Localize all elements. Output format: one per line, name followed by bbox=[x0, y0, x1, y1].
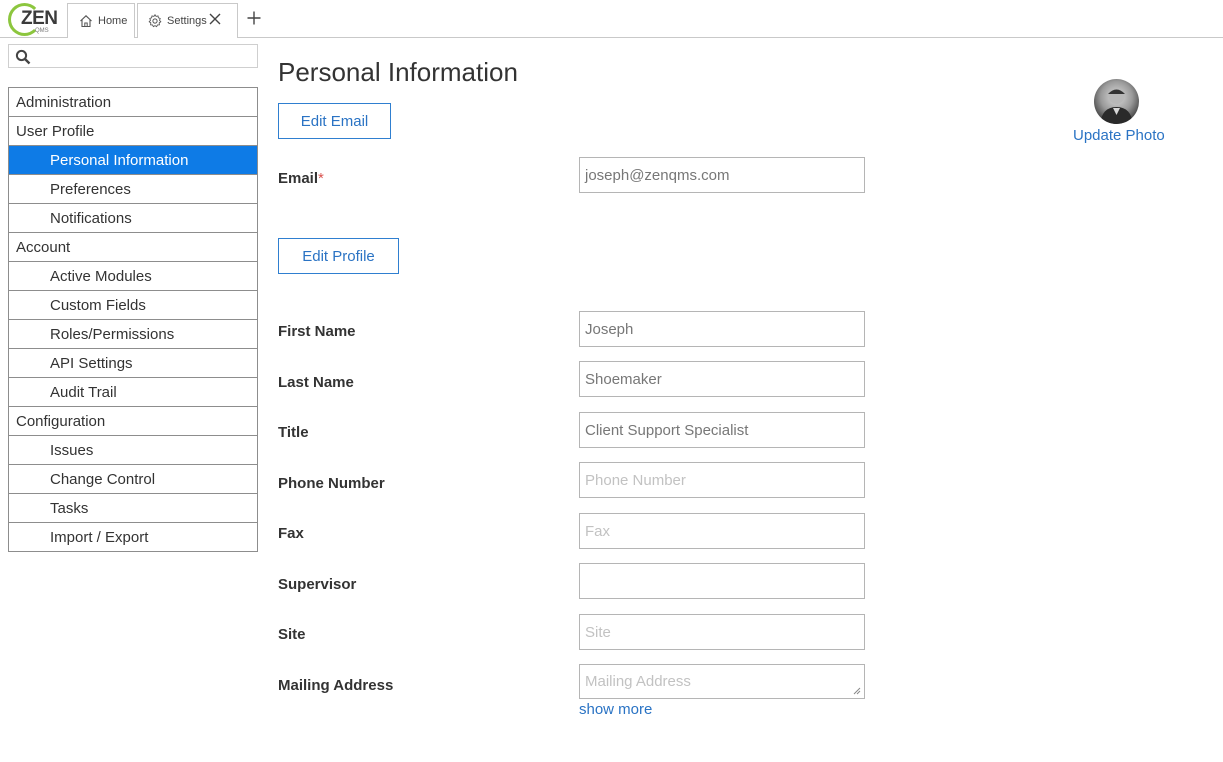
menu-item-active-modules[interactable]: Active Modules bbox=[9, 262, 257, 291]
email-label-text: Email bbox=[278, 170, 319, 187]
menu-item-notifications[interactable]: Notifications bbox=[9, 204, 257, 233]
tab-settings[interactable]: Settings bbox=[137, 3, 238, 38]
page-title: Personal Information bbox=[278, 57, 518, 87]
resize-handle-icon[interactable] bbox=[853, 687, 861, 695]
add-tab-icon[interactable] bbox=[246, 10, 262, 26]
menu-item-roles-permissions[interactable]: Roles/Permissions bbox=[9, 320, 257, 349]
sidebar-search-input[interactable] bbox=[8, 44, 258, 68]
tab-home-label: Home bbox=[98, 15, 128, 27]
menu-item-audit-trail[interactable]: Audit Trail bbox=[9, 378, 257, 407]
title-label: Title bbox=[278, 424, 309, 441]
mailing-address-placeholder: Mailing Address bbox=[585, 673, 691, 690]
supervisor-label: Supervisor bbox=[278, 576, 357, 593]
tab-settings-label: Settings bbox=[167, 15, 207, 27]
site-label: Site bbox=[278, 626, 306, 643]
fax-label: Fax bbox=[278, 525, 304, 542]
gear-icon bbox=[148, 14, 162, 28]
close-tab-icon[interactable] bbox=[208, 12, 222, 26]
edit-profile-button[interactable]: Edit Profile bbox=[278, 238, 399, 274]
first-name-field[interactable]: Joseph bbox=[579, 311, 865, 347]
zenqms-logo[interactable]: ZEN QMS bbox=[8, 3, 58, 37]
menu-item-custom-fields[interactable]: Custom Fields bbox=[9, 291, 257, 320]
tab-home[interactable]: Home bbox=[67, 3, 135, 38]
user-photo-icon bbox=[1100, 88, 1133, 124]
menu-group-account[interactable]: Account bbox=[9, 233, 257, 262]
title-field[interactable]: Client Support Specialist bbox=[579, 412, 865, 448]
menu-item-issues[interactable]: Issues bbox=[9, 436, 257, 465]
supervisor-field[interactable] bbox=[579, 563, 865, 599]
menu-item-api-settings[interactable]: API Settings bbox=[9, 349, 257, 378]
last-name-field[interactable]: Shoemaker bbox=[579, 361, 865, 397]
logo-text: ZEN bbox=[21, 8, 58, 29]
fax-field[interactable]: Fax bbox=[579, 513, 865, 549]
menu-item-preferences[interactable]: Preferences bbox=[9, 175, 257, 204]
edit-email-button[interactable]: Edit Email bbox=[278, 103, 391, 139]
menu-item-personal-information[interactable]: Personal Information bbox=[9, 146, 257, 175]
last-name-label: Last Name bbox=[278, 374, 354, 391]
logo-subtext: QMS bbox=[35, 28, 49, 34]
menu-item-import-export[interactable]: Import / Export bbox=[9, 523, 257, 552]
menu-group-administration[interactable]: Administration bbox=[9, 88, 257, 117]
menu-item-change-control[interactable]: Change Control bbox=[9, 465, 257, 494]
home-icon bbox=[80, 15, 92, 28]
phone-number-field[interactable]: Phone Number bbox=[579, 462, 865, 498]
mailing-address-textarea[interactable]: Mailing Address bbox=[579, 664, 865, 699]
menu-group-configuration[interactable]: Configuration bbox=[9, 407, 257, 436]
menu-item-tasks[interactable]: Tasks bbox=[9, 494, 257, 523]
first-name-label: First Name bbox=[278, 323, 356, 340]
email-field[interactable]: joseph@zenqms.com bbox=[579, 157, 865, 193]
avatar[interactable] bbox=[1094, 79, 1139, 124]
show-more-link[interactable]: show more bbox=[579, 701, 652, 718]
email-label: Email* bbox=[278, 170, 324, 187]
settings-menu: Administration User Profile Personal Inf… bbox=[8, 87, 258, 552]
mailing-address-label: Mailing Address bbox=[278, 677, 394, 694]
menu-group-user-profile[interactable]: User Profile bbox=[9, 117, 257, 146]
site-field[interactable]: Site bbox=[579, 614, 865, 650]
top-bar: ZEN QMS Home Settings bbox=[0, 0, 1223, 38]
update-photo-link[interactable]: Update Photo bbox=[1073, 127, 1165, 144]
search-icon bbox=[15, 49, 31, 65]
required-mark: * bbox=[318, 170, 324, 187]
phone-number-label: Phone Number bbox=[278, 475, 385, 492]
